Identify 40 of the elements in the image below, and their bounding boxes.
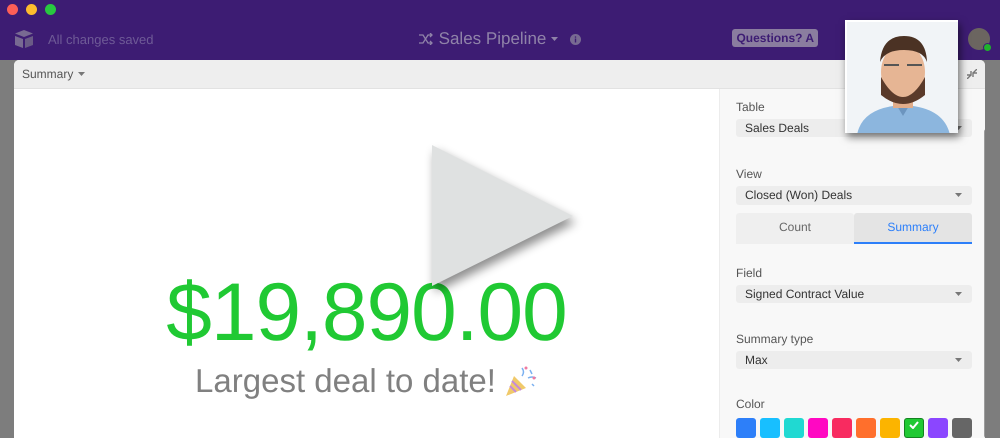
collapse-icon[interactable] [967,69,977,79]
color-swatch[interactable] [928,418,948,438]
minimize-icon[interactable] [26,4,37,14]
block-title[interactable]: Summary [22,67,86,81]
field-label: View [736,167,763,182]
summary-value: $19,890.00 [166,272,567,354]
dropdown[interactable]: Max [736,350,972,369]
summary-caption: Largest deal to date! [195,362,496,400]
base-name[interactable]: Sales Pipeline [438,29,558,49]
check-icon [909,421,919,429]
mode-tab[interactable]: Count [736,212,854,244]
dropdown[interactable]: Closed (Won) Deals [736,186,972,204]
caret-icon [551,37,558,41]
party-popper-icon [504,364,538,398]
help-button[interactable]: Questions? A [732,29,818,47]
caret-icon [955,292,962,296]
caret-icon [955,358,962,362]
color-swatch[interactable] [880,418,900,438]
field-label: Table [736,100,766,114]
caret-icon [955,193,962,198]
user-avatar[interactable] [968,28,990,50]
color-swatch[interactable] [832,418,852,438]
color-swatch[interactable] [784,418,804,438]
info-icon[interactable] [570,34,582,44]
shuffle-icon [418,33,433,45]
field-label: Color [736,397,766,411]
maximize-icon[interactable] [45,4,56,14]
field-label: Field [736,266,764,280]
field-label: Summary type [736,332,814,346]
dropdown[interactable]: Signed Contract Value [736,284,972,303]
color-swatch[interactable] [904,418,924,438]
color-swatch[interactable] [760,418,780,438]
color-swatch[interactable] [808,418,828,438]
color-swatch[interactable] [856,418,876,438]
color-swatch[interactable] [736,418,756,438]
caret-icon [78,72,86,76]
color-swatch[interactable] [952,418,972,438]
logo-icon[interactable] [14,30,34,48]
close-icon[interactable] [7,4,18,14]
save-status: All changes saved [48,32,154,46]
